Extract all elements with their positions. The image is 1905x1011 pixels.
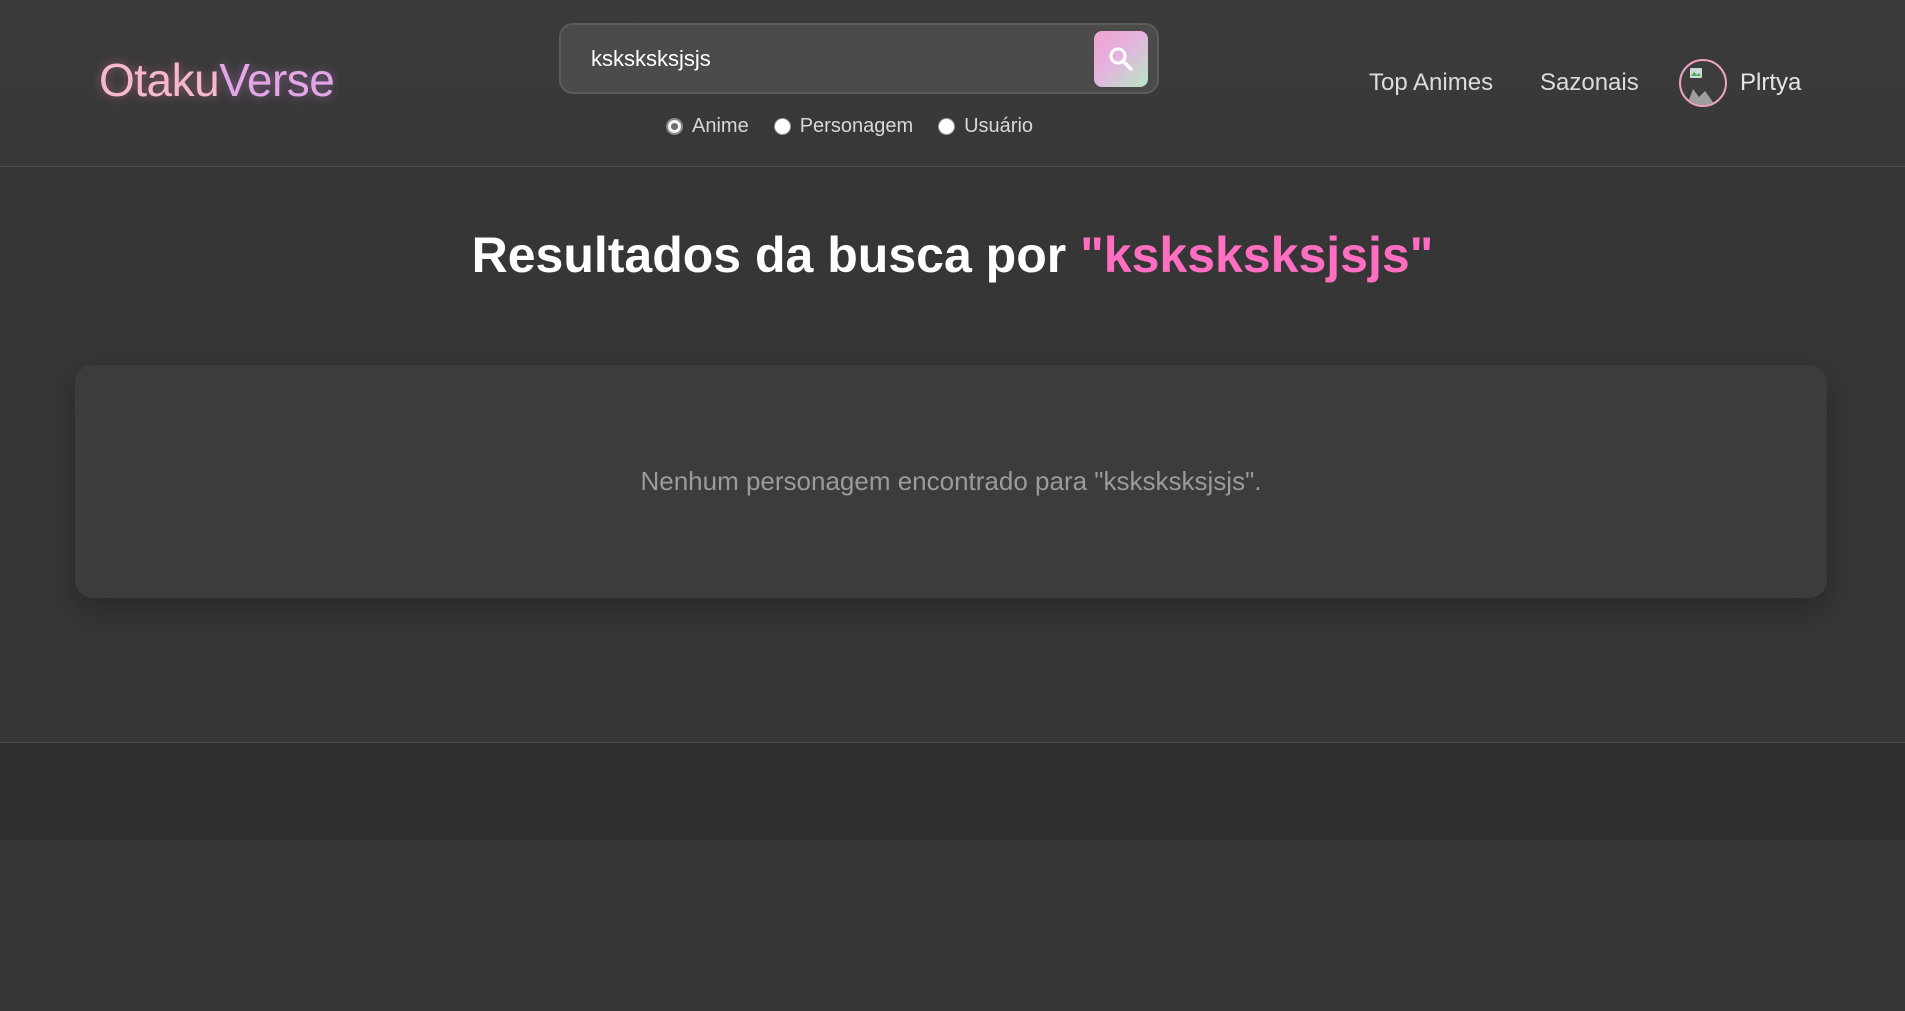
user-name[interactable]: Plrtya — [1740, 58, 1801, 108]
radio-anime-label: Anime — [692, 114, 749, 137]
search-button[interactable] — [1094, 31, 1148, 87]
broken-image-icon — [1687, 68, 1715, 105]
results-title: Resultados da busca por "ksksksksjsjs" — [0, 220, 1905, 290]
search-input[interactable] — [589, 39, 1059, 79]
radio-user[interactable] — [938, 117, 956, 135]
radio-anime[interactable] — [666, 117, 683, 135]
search-bar — [559, 23, 1159, 94]
search-type-anime[interactable]: Anime — [666, 115, 749, 138]
user-avatar[interactable] — [1679, 59, 1727, 107]
search-type-character[interactable]: Personagem — [773, 114, 914, 138]
logo-text-otaku: Otaku — [99, 54, 220, 106]
nav-top-animes[interactable]: Top Animes — [1369, 58, 1493, 108]
empty-results-card: Nenhum personagem encontrado para "ksksk… — [75, 365, 1827, 598]
empty-results-message: Nenhum personagem encontrado para "ksksk… — [640, 466, 1262, 496]
results-title-prefix: Resultados da busca por — [471, 227, 1081, 283]
footer — [0, 743, 1905, 840]
radio-user-label: Usuário — [964, 114, 1034, 137]
top-header: OtakuVerse Anime Personagem Usuário Top … — [0, 0, 1905, 167]
radio-character[interactable] — [773, 117, 791, 135]
nav-seasonal[interactable]: Sazonais — [1540, 58, 1639, 108]
search-icon — [1109, 47, 1133, 71]
radio-character-label: Personagem — [799, 114, 914, 137]
search-type-options: Anime Personagem Usuário — [666, 114, 1058, 138]
results-query: "ksksksksjsjs" — [1080, 227, 1434, 283]
logo-text-verse: Verse — [219, 54, 335, 106]
search-type-user[interactable]: Usuário — [938, 115, 1033, 138]
site-logo[interactable]: OtakuVerse — [99, 52, 335, 108]
